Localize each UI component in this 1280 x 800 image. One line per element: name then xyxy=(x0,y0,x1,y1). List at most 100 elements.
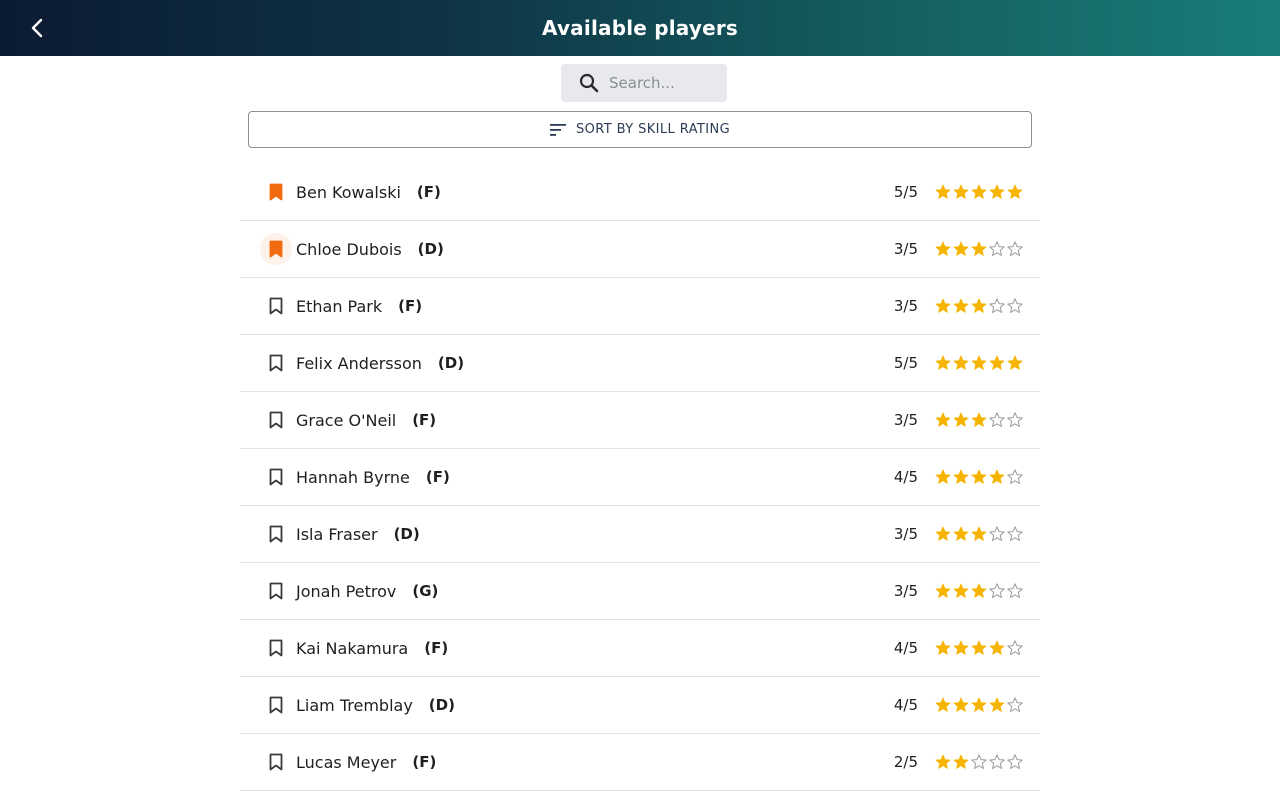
bookmark-outline-icon xyxy=(269,411,283,429)
app-header: Available players xyxy=(0,0,1280,56)
star-empty-icon xyxy=(1006,639,1024,657)
star-filled-icon xyxy=(952,753,970,771)
page-title: Available players xyxy=(541,16,739,40)
star-filled-icon xyxy=(934,297,952,315)
bookmark-button[interactable] xyxy=(260,290,292,322)
player-position: (F) xyxy=(424,639,449,657)
bookmark-outline-icon xyxy=(269,525,283,543)
search-input[interactable] xyxy=(609,74,719,92)
player-name: Ben Kowalski xyxy=(296,182,401,202)
star-filled-icon xyxy=(988,354,1006,372)
player-name: Felix Andersson xyxy=(296,353,422,373)
player-position: (D) xyxy=(417,240,444,258)
rating-value: 3/5 xyxy=(893,297,918,315)
bookmark-outline-icon xyxy=(269,468,283,486)
player-row[interactable]: Hannah Byrne (F) 4/5 xyxy=(240,449,1040,506)
player-position: (F) xyxy=(425,468,450,486)
player-position: (F) xyxy=(398,297,423,315)
bookmark-button[interactable] xyxy=(260,746,292,778)
bookmark-button[interactable] xyxy=(260,518,292,550)
player-row[interactable]: Liam Tremblay (D) 4/5 xyxy=(240,677,1040,734)
star-filled-icon xyxy=(934,582,952,600)
player-name: Grace O'Neil xyxy=(296,410,397,430)
player-row[interactable]: Chloe Dubois (D) 3/5 xyxy=(240,221,1040,278)
player-name: Liam Tremblay xyxy=(296,695,413,715)
player-row[interactable]: Ben Kowalski (F) 5/5 xyxy=(240,164,1040,221)
star-rating xyxy=(934,183,1024,201)
star-filled-icon xyxy=(970,297,988,315)
bookmark-outline-icon xyxy=(269,582,283,600)
star-empty-icon xyxy=(1006,468,1024,486)
star-filled-icon xyxy=(970,411,988,429)
star-empty-icon xyxy=(1006,297,1024,315)
bookmark-button[interactable] xyxy=(260,404,292,436)
star-empty-icon xyxy=(1006,582,1024,600)
star-empty-icon xyxy=(1006,753,1024,771)
star-filled-icon xyxy=(970,468,988,486)
player-row[interactable]: Grace O'Neil (F) 3/5 xyxy=(240,392,1040,449)
player-row[interactable]: Ethan Park (F) 3/5 xyxy=(240,278,1040,335)
rating-value: 3/5 xyxy=(893,582,918,600)
star-filled-icon xyxy=(970,183,988,201)
bookmark-button[interactable] xyxy=(260,176,292,208)
back-button[interactable] xyxy=(20,12,54,44)
star-empty-icon xyxy=(988,525,1006,543)
star-rating xyxy=(934,582,1024,600)
rating-value: 5/5 xyxy=(893,354,918,372)
star-filled-icon xyxy=(952,354,970,372)
star-filled-icon xyxy=(952,468,970,486)
star-filled-icon xyxy=(988,639,1006,657)
bookmark-button[interactable] xyxy=(260,632,292,664)
player-row[interactable]: Lucas Meyer (F) 2/5 xyxy=(240,734,1040,791)
player-row[interactable]: Isla Fraser (D) 3/5 xyxy=(240,506,1040,563)
star-filled-icon xyxy=(988,183,1006,201)
star-rating xyxy=(934,696,1024,714)
bookmark-button[interactable] xyxy=(260,347,292,379)
rating-value: 3/5 xyxy=(893,240,918,258)
bookmark-button[interactable] xyxy=(260,461,292,493)
rating-value: 3/5 xyxy=(893,411,918,429)
search-field[interactable] xyxy=(561,64,727,102)
star-filled-icon xyxy=(952,297,970,315)
star-filled-icon xyxy=(970,582,988,600)
player-row[interactable]: Kai Nakamura (F) 4/5 xyxy=(240,620,1040,677)
star-filled-icon xyxy=(952,696,970,714)
star-filled-icon xyxy=(952,582,970,600)
star-filled-icon xyxy=(934,639,952,657)
player-position: (D) xyxy=(428,696,455,714)
player-row[interactable]: Jonah Petrov (G) 3/5 xyxy=(240,563,1040,620)
star-filled-icon xyxy=(970,639,988,657)
player-position: (G) xyxy=(412,582,439,600)
star-rating xyxy=(934,525,1024,543)
star-rating xyxy=(934,411,1024,429)
star-empty-icon xyxy=(988,582,1006,600)
star-filled-icon xyxy=(934,753,952,771)
star-filled-icon xyxy=(934,183,952,201)
bookmark-button[interactable] xyxy=(260,233,292,265)
star-filled-icon xyxy=(988,696,1006,714)
player-row[interactable]: Felix Andersson (D) 5/5 xyxy=(240,335,1040,392)
sort-label: SORT BY SKILL RATING xyxy=(575,122,731,137)
rating-value: 5/5 xyxy=(893,183,918,201)
bookmark-outline-icon xyxy=(269,639,283,657)
star-filled-icon xyxy=(970,354,988,372)
player-position: (D) xyxy=(437,354,465,372)
sort-by-skill-button[interactable]: SORT BY SKILL RATING xyxy=(248,111,1032,148)
star-filled-icon xyxy=(934,525,952,543)
star-filled-icon xyxy=(1006,183,1024,201)
bookmark-button[interactable] xyxy=(260,689,292,721)
bookmark-filled-icon xyxy=(269,240,283,258)
star-filled-icon xyxy=(934,354,952,372)
star-rating xyxy=(934,468,1024,486)
star-rating xyxy=(934,639,1024,657)
star-empty-icon xyxy=(988,411,1006,429)
star-filled-icon xyxy=(934,696,952,714)
star-filled-icon xyxy=(952,639,970,657)
star-filled-icon xyxy=(934,411,952,429)
star-filled-icon xyxy=(988,468,1006,486)
player-position: (F) xyxy=(416,183,441,201)
bookmark-outline-icon xyxy=(269,354,283,372)
bookmark-button[interactable] xyxy=(260,575,292,607)
player-name: Jonah Petrov xyxy=(296,581,397,601)
rating-value: 4/5 xyxy=(893,696,918,714)
